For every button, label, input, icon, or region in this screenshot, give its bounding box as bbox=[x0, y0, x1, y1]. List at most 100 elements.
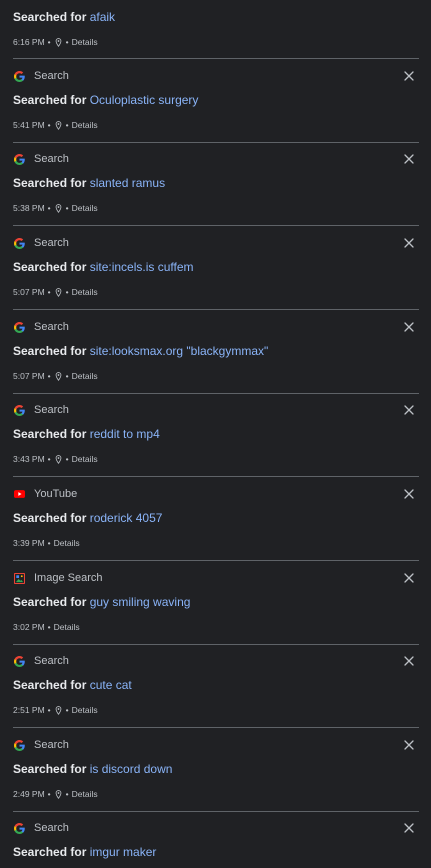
search-query-link[interactable]: guy smiling waving bbox=[90, 595, 191, 609]
search-query-link[interactable]: slanted ramus bbox=[90, 176, 165, 190]
searched-for-label: Searched for bbox=[13, 10, 87, 24]
delete-item-button[interactable] bbox=[401, 738, 417, 754]
product-label: Search bbox=[34, 404, 69, 416]
separator: • bbox=[65, 789, 69, 799]
google-icon bbox=[13, 404, 25, 416]
location-pin-icon[interactable] bbox=[55, 120, 62, 130]
delete-item-button[interactable] bbox=[401, 69, 417, 85]
searched-for-label: Searched for bbox=[13, 595, 87, 609]
item-header: Search bbox=[13, 67, 69, 85]
close-icon bbox=[404, 737, 414, 755]
delete-item-button[interactable] bbox=[401, 821, 417, 837]
search-query-link[interactable]: imgur maker bbox=[90, 845, 157, 859]
details-link[interactable]: Details bbox=[54, 538, 80, 548]
location-pin-icon[interactable] bbox=[55, 287, 62, 297]
search-query-link[interactable]: site:incels.is cuffem bbox=[90, 260, 194, 274]
divider bbox=[13, 811, 419, 812]
divider bbox=[13, 309, 419, 310]
searched-for-label: Searched for bbox=[13, 511, 87, 525]
searched-for-label: Searched for bbox=[13, 427, 87, 441]
search-query-link[interactable]: reddit to mp4 bbox=[90, 427, 160, 441]
item-meta: 3:39 PM • Details bbox=[13, 538, 80, 548]
delete-item-button[interactable] bbox=[401, 152, 417, 168]
item-header: YouTube bbox=[13, 485, 77, 503]
item-meta: 2:51 PM • • Details bbox=[13, 705, 98, 715]
location-pin-icon[interactable] bbox=[55, 371, 62, 381]
search-query-link[interactable]: Oculoplastic surgery bbox=[90, 93, 199, 107]
details-link[interactable]: Details bbox=[72, 371, 98, 381]
divider bbox=[13, 58, 419, 59]
item-header: Search bbox=[13, 150, 69, 168]
location-pin-icon[interactable] bbox=[55, 789, 62, 799]
item-title: Searched for site:looksmax.org "blackgym… bbox=[13, 344, 268, 358]
details-link[interactable]: Details bbox=[72, 705, 98, 715]
close-icon bbox=[404, 319, 414, 337]
google-icon bbox=[13, 321, 25, 333]
item-title: Searched for imgur maker bbox=[13, 845, 156, 859]
item-header: Search bbox=[13, 401, 69, 419]
item-title: Searched for guy smiling waving bbox=[13, 595, 190, 609]
close-icon bbox=[404, 486, 414, 504]
item-header: Search bbox=[13, 819, 69, 837]
details-link[interactable]: Details bbox=[72, 37, 98, 47]
delete-item-button[interactable] bbox=[401, 571, 417, 587]
searched-for-label: Searched for bbox=[13, 845, 87, 859]
timestamp: 2:51 PM bbox=[13, 705, 45, 715]
delete-item-button[interactable] bbox=[401, 403, 417, 419]
separator: • bbox=[65, 203, 69, 213]
item-title: Searched for roderick 4057 bbox=[13, 511, 162, 525]
google-icon bbox=[13, 70, 25, 82]
item-meta: 5:07 PM • • Details bbox=[13, 371, 98, 381]
item-title: Searched for Oculoplastic surgery bbox=[13, 93, 198, 107]
timestamp: 2:49 PM bbox=[13, 789, 45, 799]
delete-item-button[interactable] bbox=[401, 487, 417, 503]
search-query-link[interactable]: cute cat bbox=[90, 678, 132, 692]
divider bbox=[13, 560, 419, 561]
timestamp: 5:41 PM bbox=[13, 120, 45, 130]
details-link[interactable]: Details bbox=[54, 622, 80, 632]
details-link[interactable]: Details bbox=[72, 120, 98, 130]
location-pin-icon[interactable] bbox=[55, 454, 62, 464]
timestamp: 3:39 PM bbox=[13, 538, 45, 548]
item-title: Searched for reddit to mp4 bbox=[13, 427, 160, 441]
product-label: Search bbox=[34, 153, 69, 165]
search-query-link[interactable]: roderick 4057 bbox=[90, 511, 163, 525]
item-header: Image Search bbox=[13, 569, 102, 587]
location-pin-icon[interactable] bbox=[55, 203, 62, 213]
google-icon bbox=[13, 237, 25, 249]
separator: • bbox=[65, 37, 69, 47]
separator: • bbox=[47, 789, 51, 799]
location-pin-icon[interactable] bbox=[55, 705, 62, 715]
separator: • bbox=[65, 454, 69, 464]
google-icon bbox=[13, 153, 25, 165]
delete-item-button[interactable] bbox=[401, 236, 417, 252]
separator: • bbox=[47, 454, 51, 464]
details-link[interactable]: Details bbox=[72, 287, 98, 297]
separator: • bbox=[47, 120, 51, 130]
close-icon bbox=[404, 820, 414, 838]
delete-item-button[interactable] bbox=[401, 320, 417, 336]
search-query-link[interactable]: site:looksmax.org "blackgymmax" bbox=[90, 344, 269, 358]
item-title: Searched for afaik bbox=[13, 10, 115, 24]
search-query-link[interactable]: afaik bbox=[90, 10, 115, 24]
separator: • bbox=[47, 371, 51, 381]
separator: • bbox=[65, 287, 69, 297]
location-pin-icon[interactable] bbox=[55, 37, 62, 47]
item-header: Search bbox=[13, 652, 69, 670]
timestamp: 5:07 PM bbox=[13, 371, 45, 381]
details-link[interactable]: Details bbox=[72, 789, 98, 799]
item-meta: 6:16 PM • • Details bbox=[13, 37, 98, 47]
google-icon bbox=[13, 822, 25, 834]
divider bbox=[13, 644, 419, 645]
product-label: Search bbox=[34, 70, 69, 82]
divider bbox=[13, 225, 419, 226]
details-link[interactable]: Details bbox=[72, 203, 98, 213]
search-query-link[interactable]: is discord down bbox=[90, 762, 173, 776]
item-header: Search bbox=[13, 234, 69, 252]
item-meta: 5:38 PM • • Details bbox=[13, 203, 98, 213]
separator: • bbox=[65, 371, 69, 381]
searched-for-label: Searched for bbox=[13, 762, 87, 776]
product-label: YouTube bbox=[34, 488, 78, 500]
details-link[interactable]: Details bbox=[72, 454, 98, 464]
delete-item-button[interactable] bbox=[401, 654, 417, 670]
